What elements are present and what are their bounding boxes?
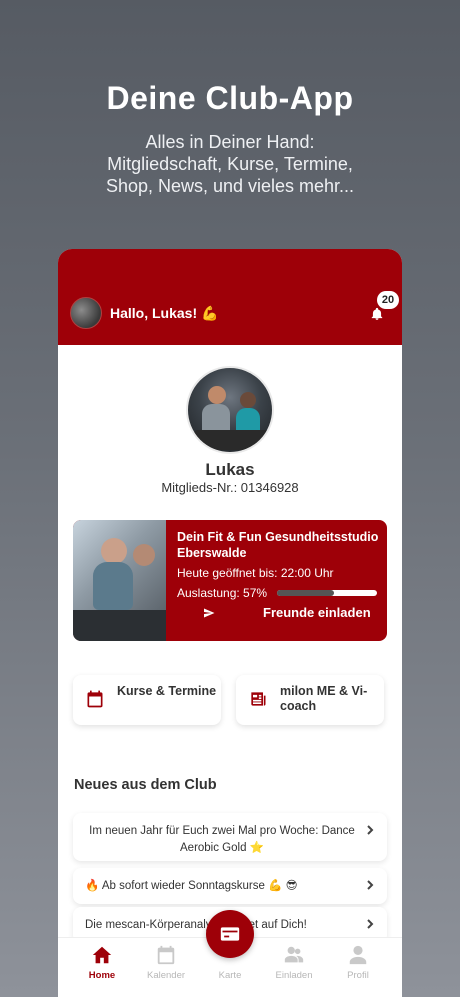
load-label: Auslastung: 57% [177,586,268,600]
list-item[interactable]: 🔥 Ab sofort wieder Sonntagskurse 💪 😎 [73,868,387,904]
promo-subtitle: Alles in Deiner Hand: Mitgliedschaft, Ku… [0,131,460,197]
news-icon [248,689,268,709]
promo-subtitle-line2: Mitgliedschaft, Kurse, Termine, [107,154,353,174]
list-item[interactable]: Im neuen Jahr für Euch zwei Mal pro Woch… [73,813,387,861]
chevron-right-icon [365,880,375,890]
load-progress-bar [277,590,377,596]
tile-label: milon ME & Vi-coach [280,684,368,713]
send-icon [203,607,215,619]
news-text: Im neuen Jahr für Euch zwei Mal pro Woch… [89,825,355,854]
tile-label: Kurse & Termine [117,684,217,698]
studio-card[interactable]: Dein Fit & Fun Gesundheitsstudio Eberswa… [73,520,387,641]
chevron-right-icon [365,919,375,929]
tab-label: Profil [347,970,369,981]
notification-badge[interactable]: 20 [377,291,399,309]
tile-kurse-termine[interactable]: Kurse & Termine [73,675,221,725]
profile-photo [186,366,274,454]
studio-opening-hours: Heute geöffnet bis: 22:00 Uhr [177,566,334,580]
news-text: 🔥 Ab sofort wieder Sonntagskurse 💪 😎 [85,880,298,892]
tab-profil[interactable]: Profil [326,944,390,981]
chevron-right-icon [365,825,375,835]
bell-icon[interactable] [370,307,384,321]
app-header: Hallo, Lukas! 💪 20 [58,249,402,345]
tab-karte[interactable]: Karte [198,970,262,981]
invite-friends-button[interactable]: Freunde einladen [177,604,383,626]
load-progress-fill [277,590,334,596]
studio-info: Dein Fit & Fun Gesundheitsstudio Eberswa… [177,529,383,600]
member-number: Mitglieds-Nr.: 01346928 [161,480,299,495]
promo-header: Deine Club-App Alles in Deiner Hand: Mit… [0,80,460,197]
calendar-icon [155,944,177,966]
card-fab-button[interactable] [206,910,254,958]
home-icon [91,944,113,966]
news-section-title: Neues aus dem Club [74,777,217,793]
person-icon [347,944,369,966]
promo-title: Deine Club-App [106,80,354,116]
tab-label: Einladen [275,970,313,981]
studio-photo [73,520,166,641]
people-icon [283,944,305,966]
calendar-icon [85,689,105,709]
invite-friends-label: Freunde einladen [263,605,371,620]
studio-title: Dein Fit & Fun Gesundheitsstudio Eberswa… [177,530,379,560]
tab-einladen[interactable]: Einladen [262,944,326,981]
tab-label: Karte [218,970,242,981]
promo-subtitle-line3: Shop, News, und vieles mehr... [105,176,355,196]
tab-label: Home [88,970,116,981]
tab-kalender[interactable]: Kalender [134,944,198,981]
phone-screen: Hallo, Lukas! 💪 20 Lukas Mitglieds-Nr.: … [58,249,402,997]
card-icon [220,927,240,941]
tile-milon-coach[interactable]: milon ME & Vi-coach [236,675,384,725]
profile-name: Lukas [205,460,255,479]
tab-home[interactable]: Home [70,944,134,981]
avatar[interactable] [70,297,102,329]
greeting-text: Hallo, Lukas! 💪 [110,305,219,321]
promo-subtitle-line1: Alles in Deiner Hand: [145,132,315,152]
load-row: Auslastung: 57% [177,586,383,600]
tab-label: Kalender [146,970,186,981]
